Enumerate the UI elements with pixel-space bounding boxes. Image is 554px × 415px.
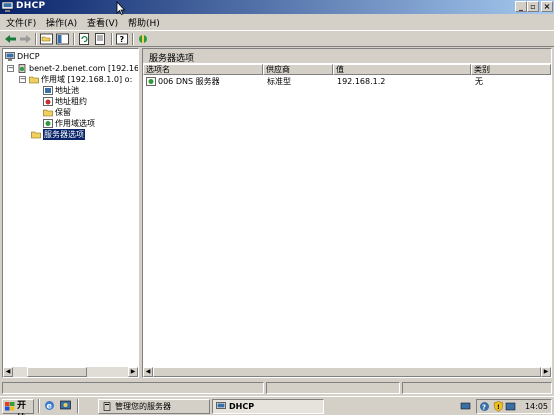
svg-text:e: e bbox=[47, 402, 53, 411]
option-name-cell: 006 DNS 服务器 bbox=[158, 77, 220, 86]
column-vendor[interactable]: 供应商 bbox=[263, 64, 333, 75]
tree-horizontal-scrollbar[interactable]: ◀ ▶ bbox=[3, 367, 138, 377]
vendor-cell: 标准型 bbox=[267, 77, 291, 86]
dhcp-icon bbox=[216, 402, 226, 409]
svg-text:?: ? bbox=[120, 35, 125, 44]
scroll-thumb[interactable] bbox=[153, 367, 541, 377]
status-bar bbox=[0, 380, 554, 395]
network-tray-icon[interactable] bbox=[505, 401, 516, 412]
dhcp-app-icon bbox=[2, 2, 13, 12]
start-label: 开始 bbox=[17, 401, 27, 415]
svg-text:!: ! bbox=[497, 404, 500, 411]
address-leases-icon bbox=[43, 97, 53, 106]
windows-flag-icon bbox=[5, 402, 15, 411]
address-pool-icon bbox=[43, 86, 53, 95]
dhcp-icon bbox=[5, 52, 15, 61]
close-button[interactable]: × bbox=[541, 1, 553, 12]
start-button[interactable]: 开始 bbox=[2, 399, 34, 415]
taskbar-separator bbox=[77, 399, 79, 413]
category-cell: 无 bbox=[475, 77, 483, 86]
scroll-thumb[interactable] bbox=[27, 367, 87, 377]
help-icon[interactable]: ? bbox=[116, 33, 129, 45]
title-bar: DHCP _ ▫ × bbox=[0, 0, 554, 14]
column-option-name[interactable]: 选项名 bbox=[143, 64, 263, 75]
value-cell: 192.168.1.2 bbox=[337, 77, 386, 86]
menu-file[interactable]: 文件(F) bbox=[6, 16, 36, 29]
scroll-right-arrow-icon[interactable]: ▶ bbox=[541, 367, 551, 377]
back-arrow-icon[interactable] bbox=[4, 33, 17, 45]
status-panel bbox=[266, 382, 400, 394]
server-icon bbox=[18, 64, 26, 73]
taskbar-item-dhcp[interactable]: DHCP bbox=[212, 399, 324, 414]
toolbar-separator bbox=[35, 33, 37, 45]
scroll-left-arrow-icon[interactable]: ◀ bbox=[3, 367, 13, 377]
table-row[interactable]: 006 DNS 服务器 标准型 192.168.1.2 无 bbox=[143, 76, 551, 87]
taskbar-separator bbox=[38, 399, 40, 413]
menu-bar: 文件(F) 操作(A) 查看(V) 帮助(H) bbox=[0, 14, 554, 29]
details-horizontal-scrollbar[interactable]: ◀ ▶ bbox=[143, 367, 551, 377]
server-options-folder-icon bbox=[31, 131, 41, 139]
network-icon[interactable] bbox=[460, 400, 471, 411]
taskbar-item-manage-server[interactable]: 管理您的服务器 bbox=[98, 399, 210, 414]
details-header: 服务器选项 bbox=[143, 49, 551, 64]
menu-view[interactable]: 查看(V) bbox=[87, 16, 118, 29]
column-headers: 选项名 供应商 值 类别 bbox=[143, 64, 551, 75]
scope-options-icon bbox=[43, 119, 53, 128]
status-panel bbox=[402, 382, 552, 394]
expand-scope-toggle[interactable]: − bbox=[19, 76, 26, 83]
reservations-folder-icon bbox=[43, 109, 53, 117]
scroll-right-arrow-icon[interactable]: ▶ bbox=[128, 367, 138, 377]
column-category[interactable]: 类别 bbox=[471, 64, 551, 75]
refresh-icon[interactable] bbox=[78, 33, 91, 45]
details-title: 服务器选项 bbox=[149, 54, 195, 64]
folder-icon bbox=[29, 76, 39, 84]
toolbar-separator bbox=[73, 33, 75, 45]
maximize-button[interactable]: ▫ bbox=[527, 1, 539, 12]
menu-action[interactable]: 操作(A) bbox=[46, 16, 77, 29]
help-tray-icon[interactable]: ? bbox=[479, 401, 490, 412]
toolbar-separator bbox=[111, 33, 113, 45]
menu-help[interactable]: 帮助(H) bbox=[128, 16, 160, 29]
minimize-button[interactable]: _ bbox=[515, 1, 527, 12]
export-list-icon[interactable] bbox=[94, 33, 107, 45]
window-title: DHCP bbox=[16, 1, 46, 11]
mouse-cursor-icon bbox=[116, 1, 126, 15]
system-tray: ? ! 14:05 bbox=[476, 399, 552, 414]
option-icon bbox=[146, 77, 156, 86]
clock: 14:05 bbox=[524, 402, 548, 411]
show-hide-tree-icon[interactable] bbox=[56, 33, 69, 45]
status-panel bbox=[2, 382, 264, 394]
toolbar: ? bbox=[0, 30, 554, 47]
forward-arrow-icon[interactable] bbox=[19, 33, 32, 45]
scroll-left-arrow-icon[interactable]: ◀ bbox=[143, 367, 153, 377]
show-desktop-icon[interactable] bbox=[60, 400, 71, 411]
warning-shield-icon[interactable]: ! bbox=[493, 401, 504, 412]
expand-server-toggle[interactable]: − bbox=[7, 65, 14, 72]
internet-explorer-icon[interactable]: e bbox=[44, 400, 55, 411]
svg-text:?: ? bbox=[482, 404, 486, 412]
properties-icon[interactable] bbox=[137, 33, 150, 45]
manage-server-icon bbox=[103, 402, 111, 411]
console-tree: DHCP − benet-2.benet.com [192.168 − 作用域 … bbox=[2, 48, 139, 378]
taskbar: 开始 e 管理您的服务器 DHCP ? ! bbox=[0, 396, 554, 415]
details-pane: 服务器选项 选项名 供应商 值 类别 006 DNS 服务器 标准型 192.1… bbox=[142, 48, 552, 378]
up-folder-icon[interactable] bbox=[40, 33, 53, 45]
toolbar-separator bbox=[132, 33, 134, 45]
column-value[interactable]: 值 bbox=[333, 64, 471, 75]
